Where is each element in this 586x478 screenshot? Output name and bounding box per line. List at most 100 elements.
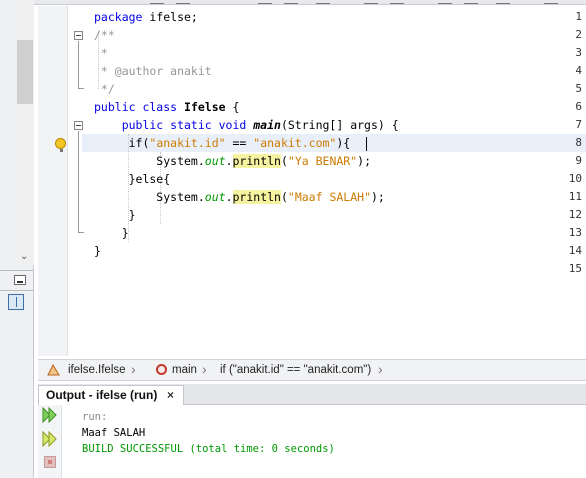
code-line[interactable]: public static void main(String[] args) { xyxy=(94,116,399,134)
fold-collapse-icon[interactable] xyxy=(74,121,83,130)
code-line[interactable]: * @author anakit xyxy=(94,62,212,80)
code-token: "anakit.com" xyxy=(253,136,337,150)
line-number: 14 xyxy=(568,244,582,257)
code-token: */ xyxy=(94,82,115,96)
fold-collapse-icon[interactable] xyxy=(74,31,83,40)
method-icon xyxy=(156,364,167,375)
chevron-down-icon[interactable]: ⌄ xyxy=(20,251,28,262)
fold-guide-end xyxy=(78,232,84,233)
code-line[interactable]: * xyxy=(94,44,108,62)
breadcrumb-class[interactable]: ifelse.Ifelse xyxy=(68,364,126,376)
code-token: ); xyxy=(371,190,385,204)
code-line[interactable]: /** xyxy=(94,26,115,44)
code-token: { xyxy=(225,100,240,114)
code-line[interactable]: System.out.println("Ya BENAR"); xyxy=(94,152,371,170)
output-tab-title: Output - ifelse (run) xyxy=(46,388,158,402)
breadcrumb: ifelse.Ifelse › main › if ("anakit.id" =… xyxy=(38,359,586,381)
line-number: 4 xyxy=(575,64,582,77)
code-token: } xyxy=(94,208,136,222)
left-side-panel: ⌄ xyxy=(0,0,34,478)
code-token: out xyxy=(204,190,226,204)
code-token: System. xyxy=(94,154,205,168)
left-scrollbar[interactable] xyxy=(16,0,34,265)
navigator-panel-icon[interactable] xyxy=(8,294,24,310)
code-token: . xyxy=(225,190,233,204)
code-editor[interactable]: 1 2 3 4 5 6 7 8 9 10 11 12 13 14 15 package ifelse;/**… xyxy=(38,6,586,356)
breadcrumb-method[interactable]: main xyxy=(172,364,197,376)
toolbar-button[interactable] xyxy=(464,0,478,4)
toolbar-button[interactable] xyxy=(284,0,298,4)
output-result-line: Maaf SALAH xyxy=(82,427,146,439)
code-token: ( xyxy=(280,154,288,168)
line-number: 9 xyxy=(575,154,582,167)
line-number: 5 xyxy=(575,82,582,95)
toolbar-button[interactable] xyxy=(258,0,272,4)
stop-icon[interactable] xyxy=(44,456,56,468)
line-number: 2 xyxy=(575,28,582,41)
class-icon xyxy=(47,364,60,376)
code-token: "Ya BENAR" xyxy=(287,154,358,168)
code-line[interactable]: package ifelse; xyxy=(94,8,198,26)
toolbar-button[interactable] xyxy=(390,0,404,4)
panel-divider xyxy=(0,290,34,291)
chevron-right-icon: › xyxy=(378,361,383,377)
code-token: (String[] args) { xyxy=(280,118,399,132)
tab-output[interactable]: Output - ifelse (run) × xyxy=(38,385,184,405)
toolbar-button[interactable] xyxy=(176,0,190,4)
code-token: public class xyxy=(94,100,185,114)
fold-column xyxy=(68,6,82,356)
text-caret xyxy=(366,137,367,151)
breadcrumb-statement[interactable]: if ("anakit.id" == "anakit.com") xyxy=(220,364,371,376)
line-number: 12 xyxy=(568,208,582,221)
code-line[interactable]: } xyxy=(94,224,129,242)
output-build-line: BUILD SUCCESSFUL (total time: 0 seconds) xyxy=(82,443,335,455)
output-panel[interactable]: run: Maaf SALAH BUILD SUCCESSFUL (total … xyxy=(38,405,586,478)
code-token: } xyxy=(94,226,129,240)
line-number: 3 xyxy=(575,46,582,59)
output-run-line: run: xyxy=(82,411,108,423)
code-line[interactable]: */ xyxy=(94,80,115,98)
close-icon[interactable]: × xyxy=(167,386,174,405)
output-tab-bar: Output - ifelse (run) × xyxy=(38,384,586,405)
code-token: /** xyxy=(94,28,115,42)
code-token: . xyxy=(225,154,233,168)
rerun-icon[interactable] xyxy=(42,407,58,423)
code-line[interactable]: System.out.println("Maaf SALAH"); xyxy=(94,188,385,206)
output-toolbar xyxy=(38,405,62,478)
minimize-window-icon[interactable] xyxy=(14,275,26,285)
code-line[interactable]: } xyxy=(94,242,101,260)
code-token: ); xyxy=(357,154,372,168)
toolbar-button[interactable] xyxy=(438,0,452,4)
code-line[interactable]: } xyxy=(94,206,136,224)
line-number: 8 xyxy=(575,136,582,149)
line-number: 15 xyxy=(568,262,582,275)
code-token: == xyxy=(225,136,254,150)
code-line[interactable]: }else{ xyxy=(94,170,171,188)
toolbar-button[interactable] xyxy=(150,0,164,4)
line-number: 13 xyxy=(568,226,582,239)
line-number: 6 xyxy=(575,100,582,113)
code-token: Ifelse xyxy=(184,100,226,114)
line-number: 10 xyxy=(568,172,582,185)
toolbar-button[interactable] xyxy=(544,0,558,4)
chevron-right-icon: › xyxy=(131,361,136,377)
fold-guide xyxy=(78,41,79,88)
rerun-with-options-icon[interactable] xyxy=(42,431,58,447)
code-token: System. xyxy=(94,190,205,204)
code-token: } xyxy=(94,244,101,258)
toolbar-button[interactable] xyxy=(496,0,510,4)
code-token: "anakit.id" xyxy=(149,136,226,150)
left-scrollbar-thumb[interactable] xyxy=(17,40,33,104)
chevron-right-icon: › xyxy=(202,361,207,377)
code-token: println xyxy=(232,190,281,204)
toolbar-button[interactable] xyxy=(316,0,330,4)
code-line[interactable]: public class Ifelse { xyxy=(94,98,239,116)
code-token: }else{ xyxy=(94,172,171,186)
code-line[interactable]: if("anakit.id" == "anakit.com"){ xyxy=(94,134,351,152)
code-token: ( xyxy=(280,190,288,204)
lightbulb-hint-icon[interactable] xyxy=(55,138,66,152)
code-token: * xyxy=(94,46,108,60)
toolbar-button[interactable] xyxy=(364,0,378,4)
code-token: out xyxy=(204,154,226,168)
fold-guide-end xyxy=(78,88,84,89)
